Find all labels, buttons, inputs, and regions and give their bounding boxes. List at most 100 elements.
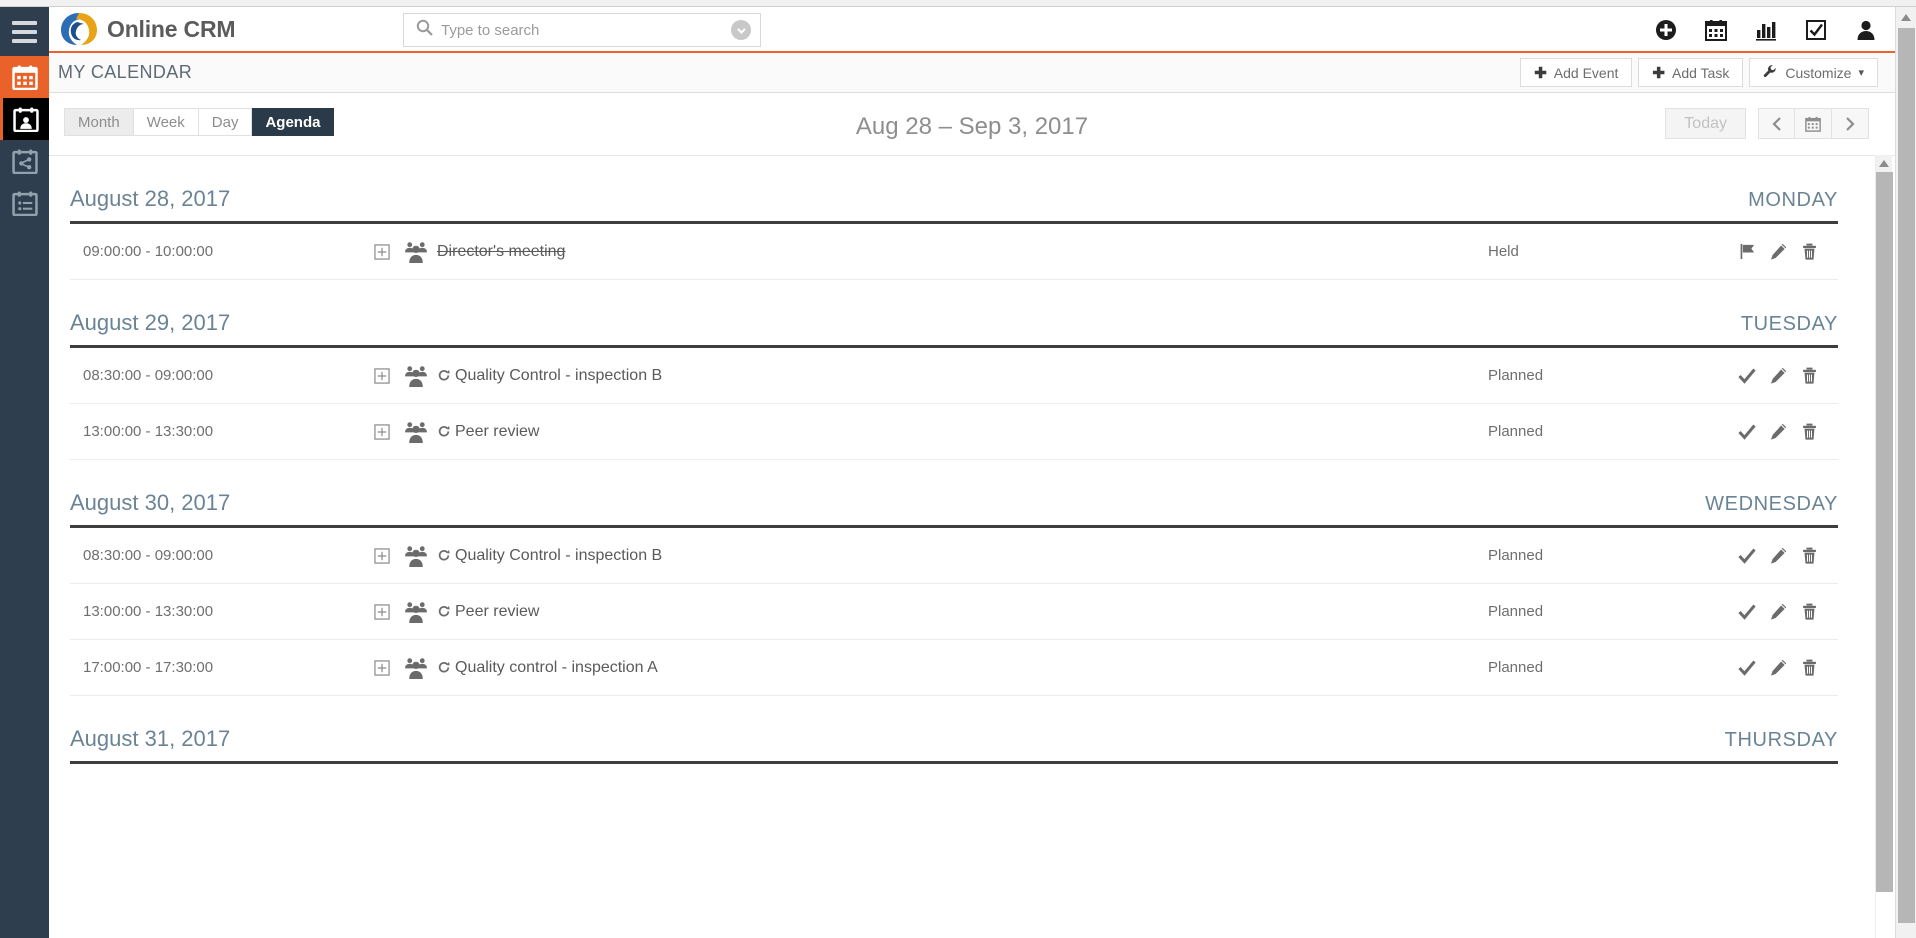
pencil-icon[interactable]	[1770, 367, 1787, 384]
agenda-day-weekday: WEDNESDAY	[1705, 493, 1838, 515]
expand-event-icon[interactable]	[360, 603, 404, 620]
checkbox-icon[interactable]	[1805, 19, 1827, 41]
event-title[interactable]: Quality Control - inspection B	[455, 367, 662, 385]
nav-arrow-group	[1758, 108, 1869, 139]
agenda-event-row[interactable]: 09:00:00 - 10:00:00 Director's meeting Hel…	[70, 224, 1838, 280]
agenda-day-header: August 29, 2017 TUESDAY	[70, 294, 1838, 348]
prev-period-button[interactable]	[1758, 108, 1795, 139]
chart-bar-icon[interactable]	[1755, 19, 1777, 41]
sidebar-item-activity-list[interactable]	[0, 182, 49, 224]
trash-icon[interactable]	[1801, 603, 1818, 621]
plus-icon: ✚	[1534, 64, 1547, 82]
expand-event-icon[interactable]	[360, 547, 404, 564]
recurrence-icon	[437, 661, 451, 675]
chevron-down-circle-icon[interactable]	[731, 20, 751, 40]
event-main: Quality Control - inspection B	[404, 544, 1488, 568]
agenda-event-row[interactable]: 13:00:00 - 13:30:00 Peer review Planned	[70, 404, 1838, 460]
app-header: Online CRM	[49, 7, 1895, 53]
event-status: Planned	[1488, 367, 1544, 384]
flag-icon[interactable]	[1739, 243, 1756, 260]
agenda-scrollbar-thumb[interactable]	[1876, 172, 1893, 892]
datepicker-button[interactable]	[1795, 108, 1832, 139]
add-circle-icon[interactable]	[1655, 19, 1677, 41]
left-icon-rail	[0, 7, 49, 938]
event-status: Planned	[1488, 659, 1544, 676]
pencil-icon[interactable]	[1770, 603, 1787, 620]
scroll-up-arrow-icon[interactable]	[1876, 155, 1892, 172]
next-period-button[interactable]	[1832, 108, 1869, 139]
calendar-icon[interactable]	[1705, 19, 1727, 41]
agenda-event-row[interactable]: 08:30:00 - 09:00:00 Quality Control - ins…	[70, 528, 1838, 584]
event-time: 08:30:00 - 09:00:00	[83, 367, 214, 384]
event-time: 13:00:00 - 13:30:00	[83, 423, 214, 440]
page-title: MY CALENDAR	[58, 62, 193, 82]
agenda-scrollbar[interactable]	[1875, 155, 1893, 938]
trash-icon[interactable]	[1801, 423, 1818, 441]
calendar-user-icon	[13, 107, 39, 132]
caret-down-icon: ▾	[1858, 67, 1864, 79]
trash-icon[interactable]	[1801, 547, 1818, 565]
expand-event-icon[interactable]	[360, 659, 404, 676]
pencil-icon[interactable]	[1770, 547, 1787, 564]
expand-event-icon[interactable]	[360, 367, 404, 384]
add-event-button[interactable]: ✚ Add Event	[1520, 58, 1633, 87]
group-icon	[404, 420, 428, 444]
event-actions	[1718, 547, 1838, 565]
wrench-icon	[1763, 64, 1778, 82]
agenda-day-date: August 30, 2017	[70, 490, 231, 515]
sidebar-item-calendar[interactable]	[0, 56, 49, 98]
customize-button[interactable]: Customize ▾	[1749, 58, 1878, 87]
agenda-day-weekday: MONDAY	[1748, 189, 1838, 211]
user-icon[interactable]	[1855, 19, 1877, 41]
event-main: Peer review	[404, 600, 1488, 624]
search-icon	[416, 19, 433, 41]
group-icon	[404, 656, 428, 680]
add-task-button[interactable]: ✚ Add Task	[1638, 58, 1744, 87]
sidebar-item-shared-calendar[interactable]	[0, 140, 49, 182]
pencil-icon[interactable]	[1770, 243, 1787, 260]
recurrence-icon	[437, 605, 451, 619]
agenda-day-block: August 30, 2017 WEDNESDAY 08:30:00 - 09:00…	[70, 474, 1838, 696]
expand-event-icon[interactable]	[360, 243, 404, 260]
event-actions	[1718, 659, 1838, 677]
browser-scrollbar[interactable]	[1895, 7, 1916, 938]
global-search[interactable]	[403, 13, 761, 47]
logo-mark-icon	[61, 13, 97, 45]
date-range-title: Aug 28 – Sep 3, 2017	[855, 113, 1089, 140]
group-icon	[404, 240, 428, 264]
event-title[interactable]: Peer review	[455, 423, 539, 441]
event-title[interactable]: Director's meeting	[437, 243, 565, 261]
add-task-label: Add Task	[1671, 64, 1730, 81]
agenda-day-header: August 30, 2017 WEDNESDAY	[70, 474, 1838, 528]
today-button[interactable]: Today	[1665, 108, 1746, 139]
hamburger-menu-icon[interactable]	[0, 7, 49, 56]
trash-icon[interactable]	[1801, 243, 1818, 261]
event-status: Planned	[1488, 603, 1544, 620]
event-title[interactable]: Quality Control - inspection B	[455, 547, 662, 565]
search-input[interactable]	[441, 21, 731, 39]
agenda-scroll-region[interactable]: August 28, 2017 MONDAY 09:00:00 - 10:00:00…	[49, 155, 1895, 938]
browser-chrome-strip	[0, 0, 1916, 7]
check-icon[interactable]	[1738, 603, 1756, 620]
trash-icon[interactable]	[1801, 659, 1818, 677]
expand-event-icon[interactable]	[360, 423, 404, 440]
agenda-event-row[interactable]: 17:00:00 - 17:30:00 Quality control - ins…	[70, 640, 1838, 696]
check-icon[interactable]	[1738, 547, 1756, 564]
event-title[interactable]: Peer review	[455, 603, 539, 621]
agenda-event-row[interactable]: 08:30:00 - 09:00:00 Quality Control - ins…	[70, 348, 1838, 404]
recurrence-icon	[437, 425, 451, 439]
event-title[interactable]: Quality control - inspection A	[455, 659, 658, 677]
agenda-event-row[interactable]: 13:00:00 - 13:30:00 Peer review Planned	[70, 584, 1838, 640]
browser-scroll-up-arrow-icon[interactable]	[1896, 7, 1916, 28]
pencil-icon[interactable]	[1770, 659, 1787, 676]
group-icon	[404, 544, 428, 568]
brand-logo[interactable]: Online CRM	[59, 10, 236, 48]
sidebar-item-my-calendar[interactable]	[0, 98, 49, 140]
check-icon[interactable]	[1738, 423, 1756, 440]
browser-scrollbar-thumb[interactable]	[1898, 28, 1915, 923]
trash-icon[interactable]	[1801, 367, 1818, 385]
check-icon[interactable]	[1738, 659, 1756, 676]
event-time: 09:00:00 - 10:00:00	[83, 243, 214, 260]
check-icon[interactable]	[1738, 367, 1756, 384]
pencil-icon[interactable]	[1770, 423, 1787, 440]
